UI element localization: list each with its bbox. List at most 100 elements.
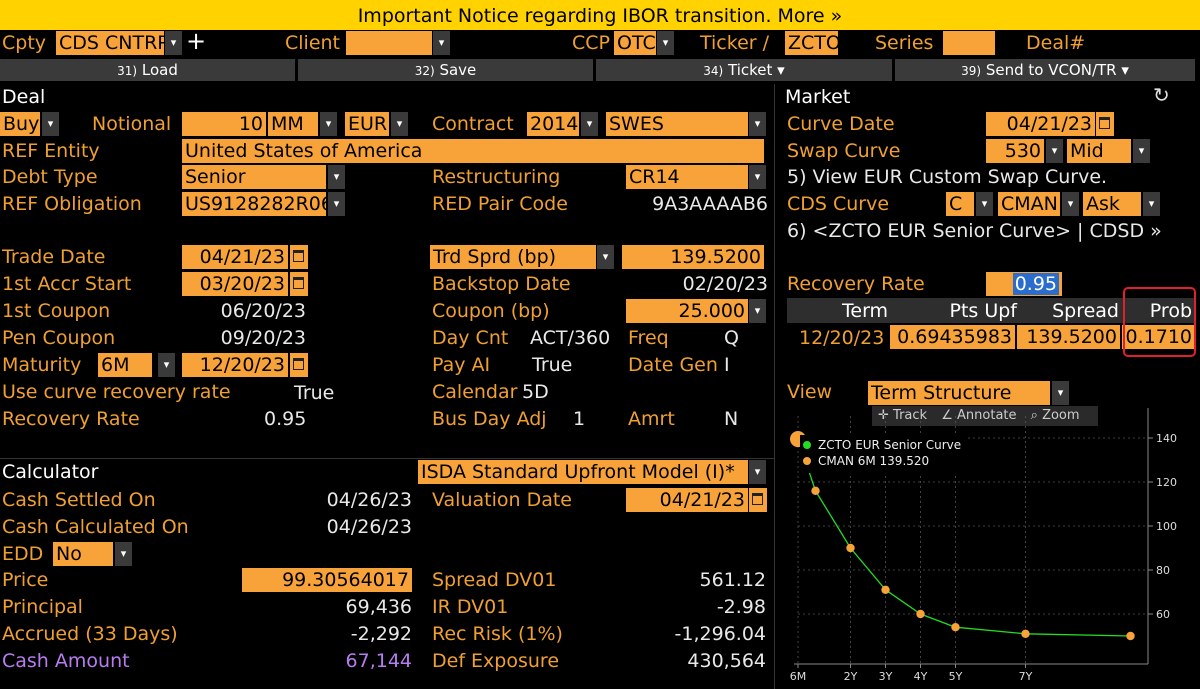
maturity-calendar-icon[interactable] <box>290 353 308 377</box>
cds-curve-source-dropdown-icon[interactable]: ▾ <box>1062 192 1079 216</box>
curve-data-point <box>1126 631 1135 641</box>
term-row-pts-upf[interactable]: 0.69435983 <box>890 325 1015 349</box>
save-num: 32) <box>414 64 435 78</box>
date-gen-label: Date Gen <box>628 354 718 376</box>
swap-curve-side-dropdown-icon[interactable]: ▾ <box>1133 139 1150 163</box>
valuation-calendar-icon[interactable] <box>749 488 767 512</box>
ticker-field[interactable]: ZCTO <box>785 31 838 55</box>
cash-calculated-value: 04/26/23 <box>326 516 412 538</box>
def-exposure-value: 430,564 <box>687 650 766 672</box>
cds-curve-side-field[interactable]: Ask <box>1083 192 1141 216</box>
maturity-tenor-dropdown-icon[interactable]: ▾ <box>158 353 175 377</box>
ir-dv01-label: IR DV01 <box>432 596 509 618</box>
x-tick-label: 6M <box>790 670 807 683</box>
term-structure-chart[interactable]: 60 80 100 120 140 6M 2Y 3Y 4Y 5Y 7Y ZCTO EUR Senior… <box>780 402 1198 689</box>
coupon-field[interactable]: 25.000 <box>626 299 748 323</box>
ticket-num: 34) <box>703 64 724 78</box>
edd-field[interactable]: No <box>53 542 113 566</box>
cpty-dropdown-icon[interactable]: ▾ <box>165 31 182 55</box>
spread-header: Spread <box>1052 300 1119 322</box>
y-tick-label: 100 <box>1156 520 1177 533</box>
debt-type-label: Debt Type <box>2 166 98 188</box>
ref-entity-field[interactable]: United States of America <box>182 139 764 163</box>
accr-start-field[interactable]: 03/20/23 <box>182 272 288 296</box>
contract-type-field[interactable]: SWES <box>606 112 748 136</box>
edd-dropdown-icon[interactable]: ▾ <box>115 542 132 566</box>
restructuring-field[interactable]: CR14 <box>626 165 748 189</box>
ccp-field[interactable]: OTC <box>614 31 656 55</box>
y-tick-label: 80 <box>1156 564 1170 577</box>
contract-year-dropdown-icon[interactable]: ▾ <box>581 112 598 136</box>
coupon-label: Coupon (bp) <box>432 300 550 322</box>
save-button[interactable]: 32) Save <box>298 59 593 81</box>
refresh-icon[interactable]: ↻ <box>1153 83 1170 107</box>
trd-sprd-label-field[interactable]: Trd Sprd (bp) <box>430 245 596 269</box>
side-dropdown-icon[interactable]: ▾ <box>42 112 59 136</box>
backstop-value: 02/20/23 <box>682 273 768 295</box>
maturity-date-field[interactable]: 12/20/23 <box>182 353 288 377</box>
cpty-field[interactable]: CDS CNTRP <box>56 31 164 55</box>
ibor-notice-banner[interactable]: Important Notice regarding IBOR transiti… <box>0 0 1200 30</box>
rec-risk-label: Rec Risk (1%) <box>432 623 563 645</box>
day-count-label: Day Cnt <box>432 327 509 349</box>
load-button[interactable]: 31) Load <box>0 59 295 81</box>
client-field[interactable] <box>346 31 432 55</box>
ref-obligation-field[interactable]: US9128282R06 <box>182 192 326 216</box>
panel-divider <box>774 84 775 689</box>
contract-year-field[interactable]: 2014 <box>527 112 579 136</box>
notional-field[interactable]: 10 <box>182 112 266 136</box>
ref-entity-label: REF Entity <box>2 140 100 162</box>
swap-curve-field[interactable]: 530 <box>986 139 1044 163</box>
currency-field[interactable]: EUR <box>345 112 389 136</box>
cds-curve-side-dropdown-icon[interactable]: ▾ <box>1143 192 1160 216</box>
client-dropdown-icon[interactable]: ▾ <box>433 31 450 55</box>
market-recovery-label: Recovery Rate <box>787 273 925 295</box>
model-field[interactable]: ISDA Standard Upfront Model (I)* <box>418 460 748 484</box>
date-gen-value: I <box>724 354 730 376</box>
maturity-tenor-field[interactable]: 6M <box>98 353 152 377</box>
debt-type-field[interactable]: Senior <box>182 165 326 189</box>
x-tick-label: 3Y <box>879 670 893 683</box>
cds-curve-link[interactable]: 6) <ZCTO EUR Senior Curve> | CDSD » <box>787 219 1162 243</box>
curve-data-point <box>951 623 960 632</box>
side-field[interactable]: Buy <box>0 112 40 136</box>
trade-date-field[interactable]: 04/21/23 <box>182 245 288 269</box>
model-dropdown-icon[interactable]: ▾ <box>749 460 766 484</box>
send-vcon-button[interactable]: 39) Send to VCON/TR ▾ <box>895 59 1195 81</box>
curve-date-field[interactable]: 04/21/23 <box>986 112 1095 136</box>
swap-curve-label: Swap Curve <box>787 140 901 162</box>
ccp-dropdown-icon[interactable]: ▾ <box>657 31 674 55</box>
ref-obligation-dropdown-icon[interactable]: ▾ <box>328 192 345 216</box>
swap-curve-side-field[interactable]: Mid <box>1067 139 1131 163</box>
legend-marker <box>803 441 811 449</box>
cds-curve-type-field[interactable]: C <box>946 192 974 216</box>
series-field[interactable] <box>943 31 995 55</box>
bus-day-adj-value: 1 <box>573 408 586 430</box>
principal-label: Principal <box>2 596 83 618</box>
cds-curve-source-field[interactable]: CMAN <box>998 192 1060 216</box>
ticket-button[interactable]: 34) Ticket ▾ <box>596 59 892 81</box>
currency-dropdown-icon[interactable]: ▾ <box>391 112 408 136</box>
debt-type-dropdown-icon[interactable]: ▾ <box>328 165 345 189</box>
trade-date-calendar-icon[interactable] <box>290 245 308 269</box>
calendar-value: 5D <box>522 381 549 403</box>
term-row-spread[interactable]: 139.5200 <box>1017 325 1120 349</box>
curve-date-calendar-icon[interactable] <box>1096 112 1114 136</box>
notional-unit-field[interactable]: MM <box>268 112 318 136</box>
price-field[interactable]: 99.30564017 <box>242 568 412 592</box>
trd-sprd-dropdown-icon[interactable]: ▾ <box>597 245 614 269</box>
swap-curve-dropdown-icon[interactable]: ▾ <box>1046 139 1063 163</box>
coupon-dropdown-icon[interactable]: ▾ <box>749 299 766 323</box>
trd-sprd-field[interactable]: 139.5200 <box>622 245 764 269</box>
view-label: View <box>787 381 833 403</box>
market-recovery-field[interactable]: 0.95 <box>986 272 1062 296</box>
cash-calculated-label: Cash Calculated On <box>2 516 189 538</box>
valuation-date-field[interactable]: 04/21/23 <box>626 488 748 512</box>
view-swap-curve-link[interactable]: 5) View EUR Custom Swap Curve. <box>787 165 1107 189</box>
notional-unit-dropdown-icon[interactable]: ▾ <box>320 112 337 136</box>
cds-curve-type-dropdown-icon[interactable]: ▾ <box>976 192 993 216</box>
restructuring-dropdown-icon[interactable]: ▾ <box>749 165 766 189</box>
contract-type-dropdown-icon[interactable]: ▾ <box>749 112 766 136</box>
add-icon[interactable]: + <box>186 29 206 53</box>
accr-start-calendar-icon[interactable] <box>290 272 308 296</box>
